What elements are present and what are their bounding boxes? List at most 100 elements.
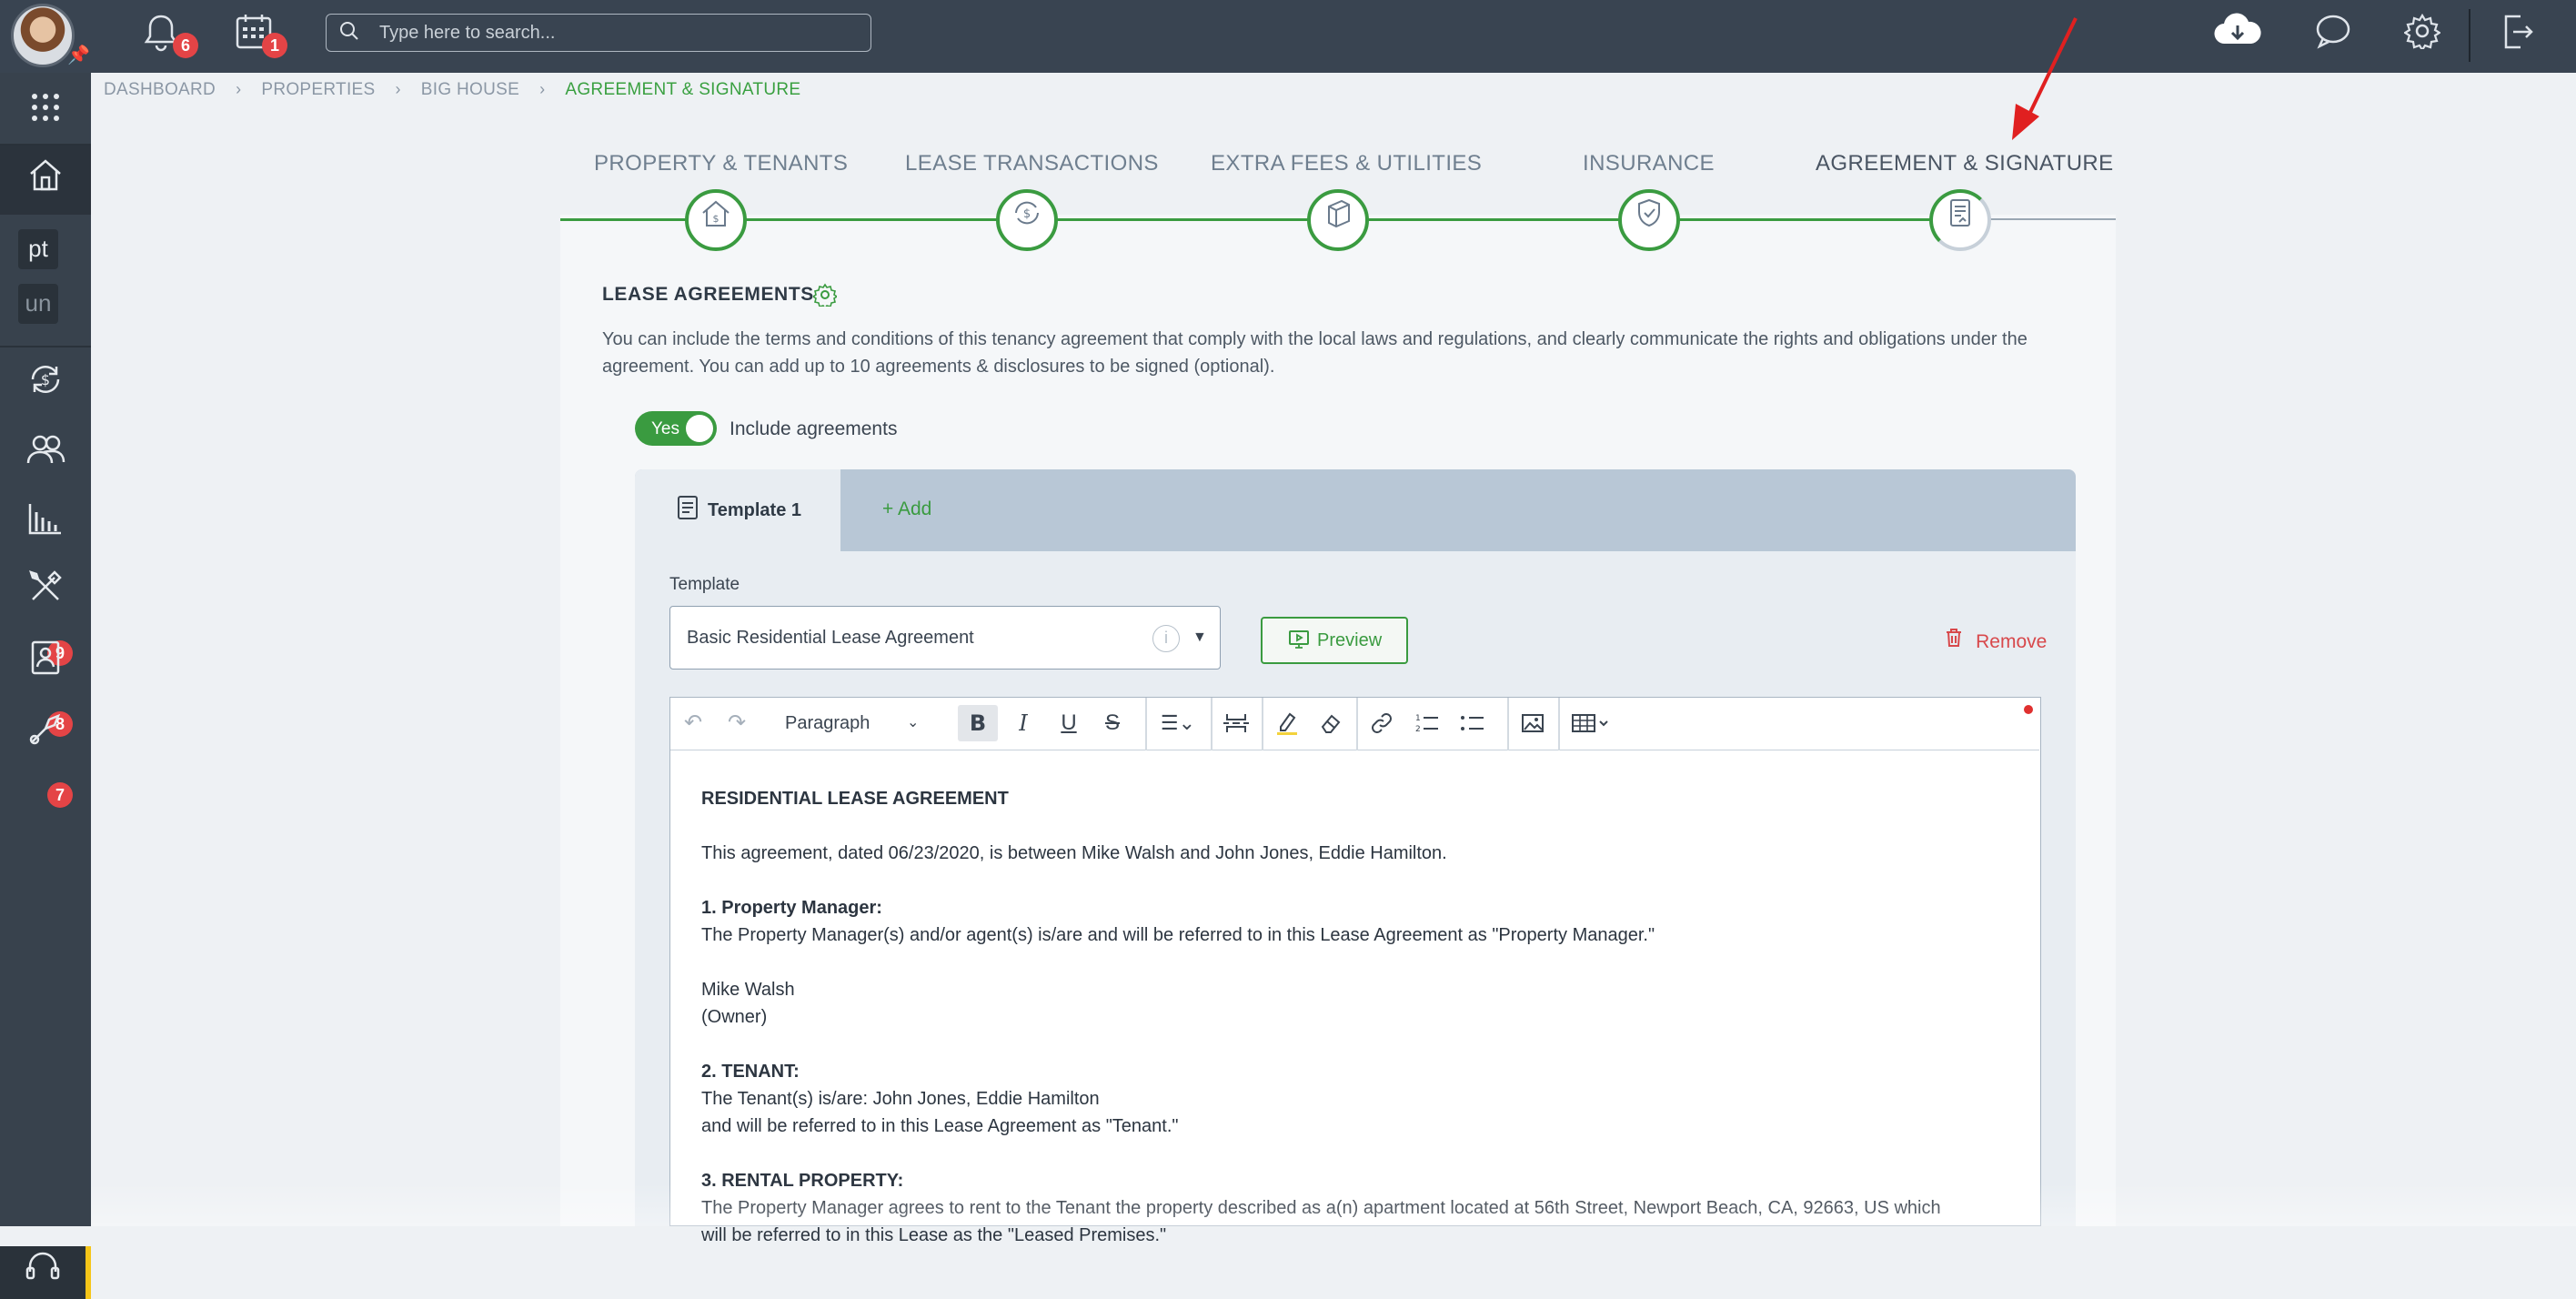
align-icon[interactable]: ☰⌄ — [1152, 705, 1203, 741]
undo-icon[interactable]: ↶ — [679, 705, 707, 741]
redo-icon[interactable]: ↷ — [723, 705, 750, 741]
strikethrough-icon[interactable]: S — [1094, 705, 1131, 741]
eraser-icon[interactable] — [1313, 705, 1349, 741]
support-icon[interactable] — [0, 1246, 91, 1299]
document-icon — [677, 495, 699, 527]
toolbar-separator — [1507, 698, 1509, 750]
link-icon[interactable] — [1363, 705, 1400, 741]
toolbar-separator — [1211, 698, 1213, 750]
section-3-line-1: The Property Manager agrees to rent to t… — [701, 1198, 1941, 1218]
tools-icon[interactable] — [0, 559, 91, 628]
section-2-line-1: The Tenant(s) is/are: John Jones, Eddie … — [701, 1089, 1100, 1109]
notifications-badge: 6 — [173, 33, 198, 58]
step-label-property-tenants[interactable]: PROPERTY & TENANTS — [594, 151, 848, 176]
italic-icon[interactable]: I — [1005, 705, 1041, 741]
chevron-down-icon: ⌄ — [907, 715, 920, 730]
people-icon[interactable] — [0, 420, 91, 489]
rich-text-editor[interactable]: ↶ ↷ Paragraph ⌄ B I U S ☰⌄ 12 RESIDENTIA… — [669, 697, 2041, 1245]
tab-label: Template 1 — [708, 500, 801, 520]
table-icon[interactable] — [1565, 705, 1616, 741]
bullet-list-icon[interactable] — [1454, 705, 1491, 741]
template-field-label: Template — [669, 575, 740, 594]
agreement-heading: RESIDENTIAL LEASE AGREEMENT — [701, 789, 1009, 809]
chat-icon[interactable] — [2310, 13, 2356, 58]
svg-text:2: 2 — [1415, 725, 1421, 734]
sidebar-divider — [0, 346, 91, 347]
block-format-select[interactable]: Paragraph ⌄ — [770, 705, 934, 741]
settings-gear-icon[interactable] — [811, 283, 839, 310]
apps-grid-icon[interactable] — [0, 76, 91, 146]
editor-content[interactable]: RESIDENTIAL LEASE AGREEMENT This agreeme… — [701, 785, 2011, 1276]
shield-icon[interactable] — [1618, 189, 1680, 251]
section-1-title: 1. Property Manager: — [701, 898, 882, 918]
sidebar-item-pt[interactable]: pt — [18, 229, 58, 269]
transactions-icon[interactable]: $ — [996, 189, 1058, 251]
cloud-download-icon[interactable] — [2210, 13, 2265, 58]
house-icon[interactable]: $ — [685, 189, 747, 251]
step-label-lease-transactions[interactable]: LEASE TRANSACTIONS — [905, 151, 1159, 176]
step-label-insurance[interactable]: INSURANCE — [1583, 151, 1715, 176]
section-1-text: The Property Manager(s) and/or agent(s) … — [701, 925, 1655, 945]
transactions-icon[interactable]: $ — [0, 351, 91, 420]
agreement-icon[interactable] — [1929, 189, 1991, 251]
calendar-badge: 1 — [262, 33, 287, 58]
contacts-icon[interactable] — [0, 629, 91, 699]
template-select-value: Basic Residential Lease Agreement — [687, 628, 974, 648]
maintenance-icon[interactable] — [0, 700, 91, 770]
user-avatar[interactable] — [11, 4, 75, 67]
info-icon[interactable]: i — [1152, 625, 1180, 652]
breadcrumb: DASHBOARD › PROPERTIES › BIG HOUSE › AGREEMENT… — [104, 80, 800, 100]
sidebar: pt un $ 9 8 7 — [0, 73, 91, 1299]
add-template-button[interactable]: + Add — [882, 498, 931, 520]
toolbar-separator — [1145, 698, 1147, 750]
agreement-intro: This agreement, dated 06/23/2020, is bet… — [701, 843, 1447, 863]
reports-icon[interactable] — [0, 489, 91, 559]
toolbar-separator — [1356, 698, 1358, 750]
image-icon[interactable] — [1514, 705, 1551, 741]
annotation-arrow-icon — [2012, 17, 2078, 140]
breadcrumb-current: AGREEMENT & SIGNATURE — [565, 80, 801, 99]
section-3-title: 3. RENTAL PROPERTY: — [701, 1171, 904, 1191]
maintenance-badge: 7 — [47, 782, 73, 808]
remove-label: Remove — [1976, 631, 2048, 652]
bold-icon[interactable]: B — [958, 705, 998, 741]
page-break-icon[interactable] — [1218, 705, 1254, 741]
preview-button[interactable]: Preview — [1261, 617, 1408, 664]
toggle-description: Include agreements — [730, 418, 898, 439]
pin-icon[interactable]: 📌 — [67, 44, 90, 66]
svg-text:1: 1 — [1415, 714, 1421, 723]
logout-icon[interactable] — [2494, 13, 2540, 58]
include-agreements-toggle[interactable]: Yes — [635, 411, 717, 446]
fees-icon[interactable] — [1307, 189, 1369, 251]
breadcrumb-properties[interactable]: PROPERTIES — [261, 80, 375, 100]
search-input[interactable] — [379, 22, 852, 44]
step-label-extra-fees[interactable]: EXTRA FEES & UTILITIES — [1211, 151, 1482, 176]
section-2-title: 2. TENANT: — [701, 1062, 800, 1082]
toolbar-separator — [1558, 698, 1560, 750]
home-icon[interactable] — [0, 146, 91, 215]
template-tabs — [635, 469, 2076, 551]
section-3-line-2: will be referred to in this Lease as the… — [701, 1225, 1167, 1245]
block-format-value: Paragraph — [785, 713, 870, 733]
trash-icon — [1945, 629, 1968, 652]
template-select[interactable]: Basic Residential Lease Agreement i ▼ — [669, 606, 1221, 670]
tab-template-1[interactable]: Template 1 — [635, 469, 840, 551]
caret-down-icon[interactable]: ▼ — [1192, 629, 1207, 646]
editor-toolbar: ↶ ↷ Paragraph ⌄ B I U S ☰⌄ 12 — [670, 698, 2039, 750]
numbered-list-icon[interactable]: 12 — [1409, 705, 1445, 741]
breadcrumb-big-house[interactable]: BIG HOUSE — [421, 80, 519, 100]
svg-text:$: $ — [1023, 207, 1031, 221]
remove-button[interactable]: Remove — [1945, 628, 2047, 653]
highlight-icon[interactable] — [1269, 705, 1305, 741]
topbar-divider — [2469, 9, 2470, 62]
search-box[interactable] — [326, 14, 871, 52]
section-description: You can include the terms and conditions… — [602, 329, 2028, 377]
gear-icon[interactable] — [2400, 13, 2445, 58]
chevron-right-icon: › — [236, 80, 242, 98]
sidebar-item-un[interactable]: un — [18, 284, 58, 324]
underline-icon[interactable]: U — [1051, 705, 1087, 741]
section-title: LEASE AGREEMENTS — [602, 284, 814, 305]
toggle-label: Yes — [651, 419, 679, 438]
step-label-agreement-signature[interactable]: AGREEMENT & SIGNATURE — [1816, 151, 2114, 176]
breadcrumb-dashboard[interactable]: DASHBOARD — [104, 80, 216, 100]
